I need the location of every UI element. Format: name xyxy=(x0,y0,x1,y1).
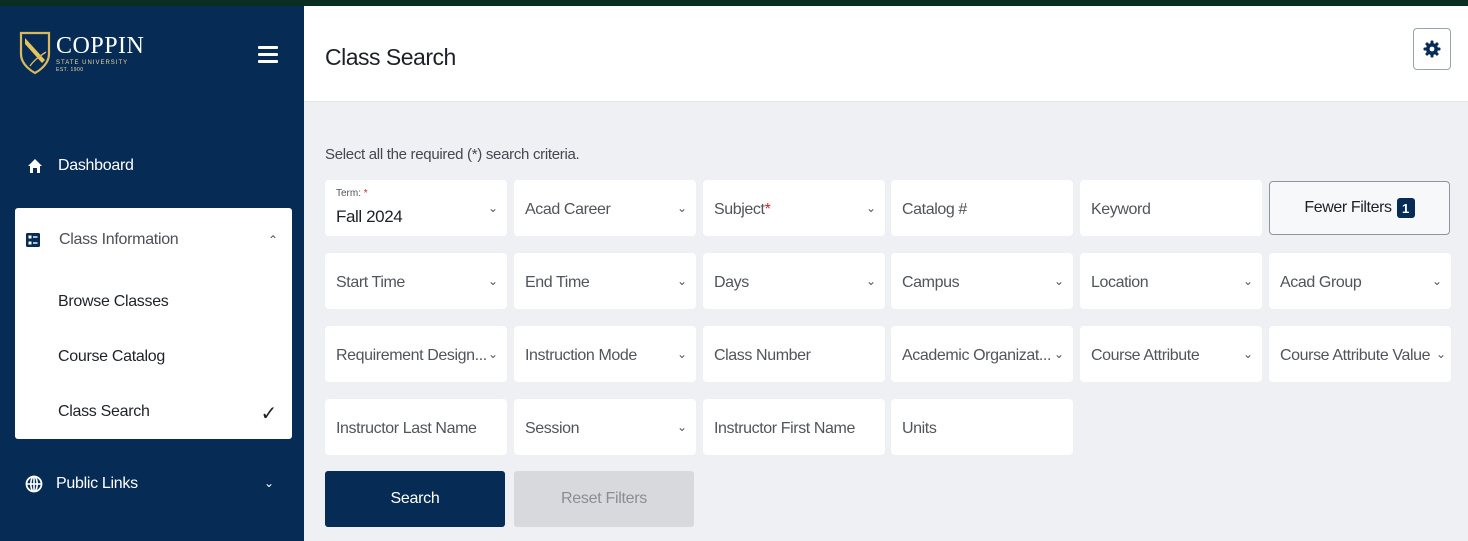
chevron-down-icon: ⌄ xyxy=(1242,274,1253,288)
gear-icon xyxy=(1423,40,1441,58)
days-select[interactable]: Days ⌄ xyxy=(703,253,885,309)
sidebar-item-public-links[interactable]: Public Links ⌄ xyxy=(0,462,304,506)
keyword-label: Keyword xyxy=(1091,201,1151,218)
chevron-down-icon: ⌄ xyxy=(865,201,876,215)
sidebar-item-label: Public Links xyxy=(56,475,138,492)
session-select[interactable]: Session ⌄ xyxy=(514,399,696,455)
logo-subtitle: STATE UNIVERSITY xyxy=(56,59,129,66)
hamburger-icon[interactable] xyxy=(258,46,278,64)
requirement-designation-label: Requirement Design... xyxy=(336,347,487,364)
catalog-number-label: Catalog # xyxy=(902,201,967,218)
fewer-filters-label: Fewer Filters xyxy=(1304,199,1392,216)
filter-count-badge: 1 xyxy=(1396,198,1415,218)
sidebar-item-dashboard[interactable]: Dashboard xyxy=(0,144,304,188)
chevron-down-icon: ⌄ xyxy=(865,274,876,288)
chevron-down-icon: ⌄ xyxy=(1053,347,1064,361)
units-label: Units xyxy=(902,420,937,437)
sidebar-item-browse-classes[interactable]: Browse Classes xyxy=(15,282,292,322)
chevron-down-icon: ⌄ xyxy=(1431,274,1442,288)
chevron-down-icon: ⌄ xyxy=(487,274,498,288)
chevron-down-icon: ⌄ xyxy=(487,347,498,361)
term-select[interactable]: Term: * Fall 2024 ⌄ xyxy=(325,180,507,236)
campus-select[interactable]: Campus ⌄ xyxy=(891,253,1073,309)
crest-icon xyxy=(19,31,51,75)
sidebar-item-label: Dashboard xyxy=(58,157,134,174)
session-label: Session xyxy=(525,420,580,437)
settings-button[interactable] xyxy=(1413,28,1451,70)
instructions-text: Select all the required (*) search crite… xyxy=(325,146,580,163)
chevron-down-icon: ⌄ xyxy=(676,201,687,215)
end-time-label: End Time xyxy=(525,274,590,291)
chevron-down-icon: ⌄ xyxy=(676,420,687,434)
days-label: Days xyxy=(714,274,749,291)
page-header: Class Search xyxy=(304,6,1468,102)
keyword-input[interactable]: Keyword xyxy=(1080,180,1262,236)
chevron-down-icon: ⌄ xyxy=(263,476,274,490)
term-value: Fall 2024 xyxy=(336,207,403,226)
course-attribute-label: Course Attribute xyxy=(1091,347,1200,364)
logo-est: EST. 1900 xyxy=(56,66,84,73)
logo-name: COPPIN xyxy=(56,32,145,59)
requirement-designation-select[interactable]: Requirement Design... ⌄ xyxy=(325,326,507,382)
subject-select[interactable]: Subject* ⌄ xyxy=(703,180,885,236)
instruction-mode-select[interactable]: Instruction Mode ⌄ xyxy=(514,326,696,382)
start-time-label: Start Time xyxy=(336,274,405,291)
acad-group-select[interactable]: Acad Group ⌄ xyxy=(1269,253,1451,309)
instructor-first-name-label: Instructor First Name xyxy=(714,420,855,437)
globe-icon xyxy=(25,475,43,493)
academic-organization-select[interactable]: Academic Organizat... ⌄ xyxy=(891,326,1073,382)
course-attribute-value-label: Course Attribute Value xyxy=(1280,347,1431,364)
start-time-select[interactable]: Start Time ⌄ xyxy=(325,253,507,309)
sidebar-item-label: Course Catalog xyxy=(58,348,165,365)
sidebar-item-label: Class Information xyxy=(59,231,179,248)
acad-group-label: Acad Group xyxy=(1280,274,1362,291)
university-logo[interactable]: COPPIN STATE UNIVERSITY EST. 1900 xyxy=(18,26,168,80)
search-button[interactable]: Search xyxy=(325,471,505,527)
class-number-label: Class Number xyxy=(714,347,811,364)
end-time-select[interactable]: End Time ⌄ xyxy=(514,253,696,309)
chevron-down-icon: ⌄ xyxy=(1242,347,1253,361)
chevron-down-icon: ⌄ xyxy=(487,201,498,215)
course-attribute-select[interactable]: Course Attribute ⌄ xyxy=(1080,326,1262,382)
page-title: Class Search xyxy=(325,44,456,70)
term-label: Term: * xyxy=(336,188,368,199)
academic-organization-label: Academic Organizat... xyxy=(902,347,1051,364)
chevron-up-icon: ⌃ xyxy=(267,233,278,247)
sidebar-item-class-search[interactable]: Class Search ✓ xyxy=(15,392,292,432)
sidebar-item-class-information[interactable]: Class Information ⌃ xyxy=(15,218,292,262)
fewer-filters-button[interactable]: Fewer Filters 1 xyxy=(1269,181,1450,235)
home-icon xyxy=(28,159,42,173)
course-attribute-value-select[interactable]: Course Attribute Value ⌄ xyxy=(1269,326,1451,382)
chevron-down-icon: ⌄ xyxy=(676,347,687,361)
instruction-mode-label: Instruction Mode xyxy=(525,347,637,364)
reset-filters-button[interactable]: Reset Filters xyxy=(514,471,694,527)
class-information-menu: Class Information ⌃ Browse Classes Cours… xyxy=(15,208,292,439)
sidebar-item-label: Browse Classes xyxy=(58,293,169,310)
sidebar-item-course-catalog[interactable]: Course Catalog xyxy=(15,337,292,377)
check-icon: ✓ xyxy=(260,403,278,425)
chevron-down-icon: ⌄ xyxy=(1435,347,1446,361)
location-select[interactable]: Location ⌄ xyxy=(1080,253,1262,309)
chevron-down-icon: ⌄ xyxy=(1053,274,1064,288)
class-number-input[interactable]: Class Number xyxy=(703,326,885,382)
campus-label: Campus xyxy=(902,274,960,291)
units-input[interactable]: Units xyxy=(891,399,1073,455)
sidebar-item-label: Class Search xyxy=(58,403,150,420)
location-label: Location xyxy=(1091,274,1149,291)
instructor-last-name-input[interactable]: Instructor Last Name xyxy=(325,399,507,455)
catalog-number-input[interactable]: Catalog # xyxy=(891,180,1073,236)
subject-label: Subject* xyxy=(714,201,771,218)
instructor-first-name-input[interactable]: Instructor First Name xyxy=(703,399,885,455)
instructor-last-name-label: Instructor Last Name xyxy=(336,420,477,437)
acad-career-select[interactable]: Acad Career ⌄ xyxy=(514,180,696,236)
class-info-icon xyxy=(26,233,40,247)
chevron-down-icon: ⌄ xyxy=(676,274,687,288)
acad-career-label: Acad Career xyxy=(525,201,611,218)
